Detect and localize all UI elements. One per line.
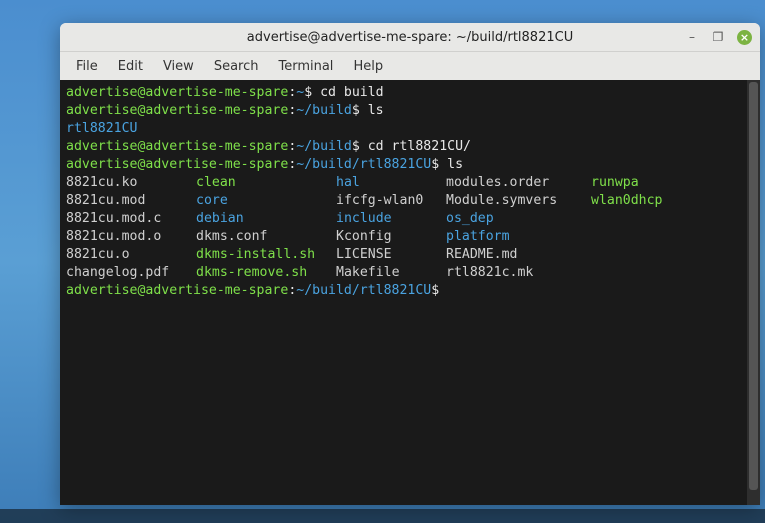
menubar: File Edit View Search Terminal Help bbox=[60, 52, 760, 80]
command: cd build bbox=[320, 85, 384, 100]
window-controls: – ❐ × bbox=[685, 23, 752, 51]
ls-item: runwpa bbox=[591, 174, 741, 192]
command: ls bbox=[368, 103, 384, 118]
ls-item: platform bbox=[446, 228, 591, 246]
prompt-dollar: $ bbox=[431, 283, 447, 298]
scrollbar[interactable] bbox=[747, 80, 760, 505]
prompt-path: ~/build/rtl8821CU bbox=[296, 157, 431, 172]
ls-row: 8821cu.kocleanhalmodules.orderrunwpa bbox=[66, 174, 741, 192]
ls-row: 8821cu.mod.cdebianincludeos_dep bbox=[66, 210, 741, 228]
ls-item: dkms.conf bbox=[196, 228, 336, 246]
ls-item: 8821cu.mod.o bbox=[66, 228, 196, 246]
menu-terminal[interactable]: Terminal bbox=[268, 55, 343, 78]
menu-file[interactable]: File bbox=[66, 55, 108, 78]
desktop: advertise@advertise-me-spare: ~/build/rt… bbox=[0, 0, 765, 523]
ls-item: rtl8821c.mk bbox=[446, 264, 591, 282]
maximize-button[interactable]: ❐ bbox=[711, 30, 725, 44]
ls-item: dkms-install.sh bbox=[196, 246, 336, 264]
ls-item: 8821cu.ko bbox=[66, 174, 196, 192]
prompt-dollar: $ bbox=[352, 103, 368, 118]
ls-item: modules.order bbox=[446, 174, 591, 192]
ls-item: wlan0dhcp bbox=[591, 192, 741, 210]
ls-item: LICENSE bbox=[336, 246, 446, 264]
terminal-window: advertise@advertise-me-spare: ~/build/rt… bbox=[60, 23, 760, 505]
ls-item: clean bbox=[196, 174, 336, 192]
prompt-user: advertise@advertise-me-spare bbox=[66, 283, 288, 298]
prompt-path: ~/build bbox=[296, 139, 352, 154]
ls-item: 8821cu.o bbox=[66, 246, 196, 264]
prompt-dollar: $ bbox=[304, 85, 320, 100]
prompt-user: advertise@advertise-me-spare bbox=[66, 85, 288, 100]
prompt-dollar: $ bbox=[352, 139, 368, 154]
ls-item: hal bbox=[336, 174, 446, 192]
ls-item: ifcfg-wlan0 bbox=[336, 192, 446, 210]
ls-item: include bbox=[336, 210, 446, 228]
menu-view[interactable]: View bbox=[153, 55, 204, 78]
terminal-area: advertise@advertise-me-spare:~$ cd build… bbox=[60, 80, 760, 505]
menu-search[interactable]: Search bbox=[204, 55, 269, 78]
prompt-path: ~/build/rtl8821CU bbox=[296, 283, 431, 298]
ls-item bbox=[591, 210, 741, 228]
prompt-dollar: $ bbox=[431, 157, 447, 172]
close-button[interactable]: × bbox=[737, 30, 752, 45]
terminal-output[interactable]: advertise@advertise-me-spare:~$ cd build… bbox=[60, 80, 747, 505]
ls-item: changelog.pdf bbox=[66, 264, 196, 282]
ls-item: Module.symvers bbox=[446, 192, 591, 210]
ls-row: changelog.pdfdkms-remove.shMakefilertl88… bbox=[66, 264, 741, 282]
ls-item: Kconfig bbox=[336, 228, 446, 246]
ls-item bbox=[591, 228, 741, 246]
ls-row: 8821cu.mod.odkms.confKconfigplatform bbox=[66, 228, 741, 246]
taskbar[interactable] bbox=[0, 509, 765, 523]
titlebar[interactable]: advertise@advertise-me-spare: ~/build/rt… bbox=[60, 23, 760, 52]
ls-item: dkms-remove.sh bbox=[196, 264, 336, 282]
prompt-user: advertise@advertise-me-spare bbox=[66, 157, 288, 172]
ls-item: os_dep bbox=[446, 210, 591, 228]
menu-edit[interactable]: Edit bbox=[108, 55, 153, 78]
prompt-path: ~/build bbox=[296, 103, 352, 118]
ls-item: core bbox=[196, 192, 336, 210]
window-title: advertise@advertise-me-spare: ~/build/rt… bbox=[247, 30, 573, 45]
ls-item: Makefile bbox=[336, 264, 446, 282]
command: ls bbox=[447, 157, 463, 172]
command: cd rtl8821CU/ bbox=[368, 139, 471, 154]
prompt-user: advertise@advertise-me-spare bbox=[66, 139, 288, 154]
ls-row: 8821cu.odkms-install.shLICENSEREADME.md bbox=[66, 246, 741, 264]
ls-item: 8821cu.mod.c bbox=[66, 210, 196, 228]
ls-item bbox=[591, 246, 741, 264]
ls-output-dir: rtl8821CU bbox=[66, 121, 137, 136]
scrollbar-thumb[interactable] bbox=[749, 82, 758, 490]
ls-row: 8821cu.modcoreifcfg-wlan0Module.symversw… bbox=[66, 192, 741, 210]
ls-item: debian bbox=[196, 210, 336, 228]
minimize-button[interactable]: – bbox=[685, 30, 699, 44]
ls-item: README.md bbox=[446, 246, 591, 264]
prompt-user: advertise@advertise-me-spare bbox=[66, 103, 288, 118]
menu-help[interactable]: Help bbox=[343, 55, 393, 78]
ls-item bbox=[591, 264, 741, 282]
ls-item: 8821cu.mod bbox=[66, 192, 196, 210]
